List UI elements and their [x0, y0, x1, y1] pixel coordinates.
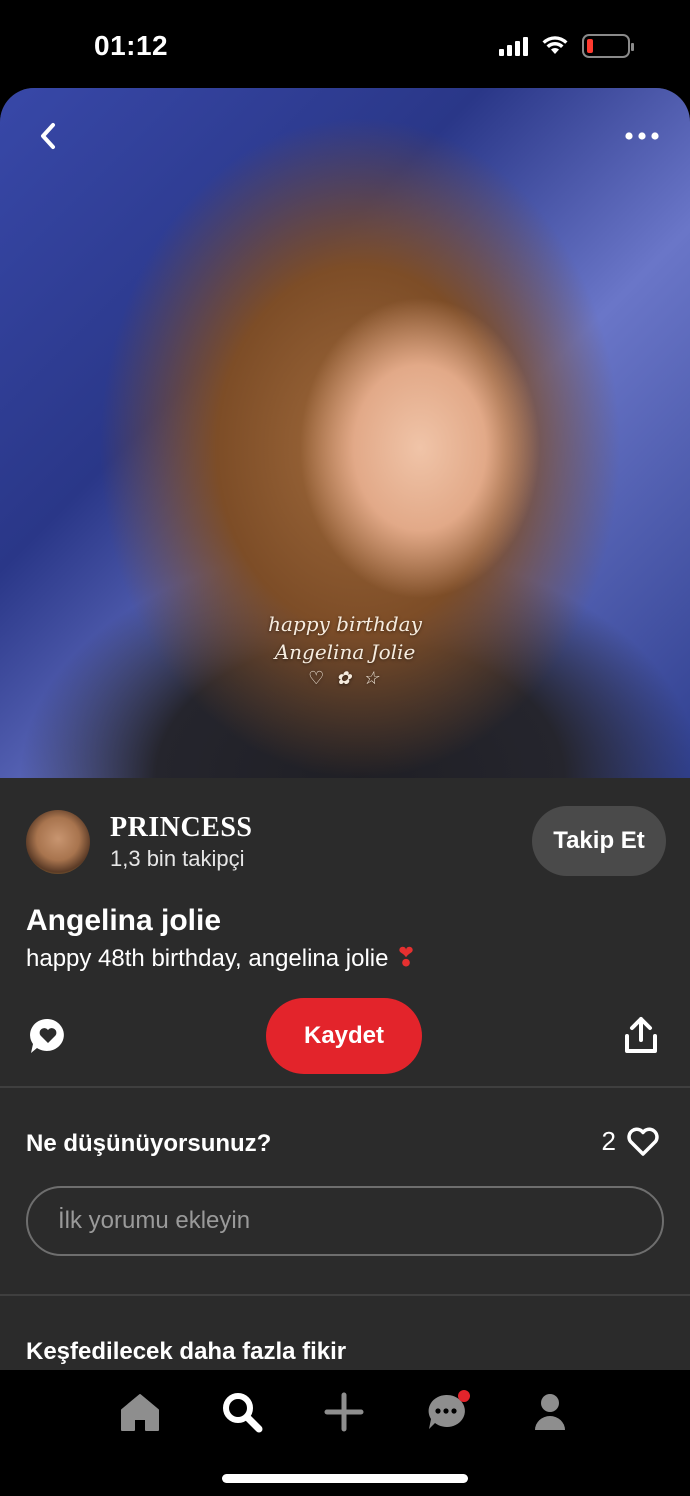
- divider: [0, 1294, 690, 1296]
- home-icon: [121, 1394, 159, 1431]
- pin-image[interactable]: happy birthday Angelina Jolie ♡ ✿ ☆: [0, 88, 690, 778]
- chevron-left-icon: [41, 123, 55, 149]
- comment-heart-icon: [30, 1018, 64, 1053]
- profile-icon: [535, 1394, 565, 1430]
- image-caption-decor: ♡ ✿ ☆: [308, 668, 382, 689]
- save-button[interactable]: Kaydet: [266, 998, 422, 1074]
- image-caption-line1: happy birthday: [268, 612, 422, 636]
- share-icon: [625, 1017, 657, 1053]
- image-caption-line2: Angelina Jolie: [274, 640, 416, 664]
- follower-count: 1,3 bin takipçi: [110, 846, 245, 871]
- pin-title: Angelina jolie: [26, 904, 222, 937]
- author-row: PRINCESS 1,3 bin takipçi Takip Et: [26, 806, 666, 876]
- more-horizontal-icon: [625, 132, 659, 140]
- heart-exclamation-emoji: ❣: [395, 942, 417, 972]
- nav-messages[interactable]: [420, 1386, 472, 1438]
- follow-button[interactable]: Takip Et: [532, 806, 666, 876]
- reactions[interactable]: 2: [602, 1126, 660, 1157]
- nav-profile[interactable]: [524, 1386, 576, 1438]
- status-time: 01:12: [94, 30, 169, 61]
- reaction-count: 2: [601, 1126, 616, 1156]
- comments-heading: Ne düşünüyorsunuz?: [26, 1130, 272, 1157]
- pin-description-text: happy 48th birthday, angelina jolie: [26, 945, 389, 972]
- more-ideas-heading: Keşfedilecek daha fazla fikir: [26, 1338, 347, 1365]
- pin-card: happy birthday Angelina Jolie ♡ ✿ ☆: [0, 88, 690, 1378]
- cellular-signal-icon: [499, 36, 528, 56]
- comment-button[interactable]: [28, 1016, 68, 1056]
- add-icon: [324, 1392, 364, 1432]
- comment-input[interactable]: [26, 1186, 664, 1256]
- share-button[interactable]: [624, 1016, 660, 1056]
- more-options-button[interactable]: [622, 118, 662, 154]
- search-icon: [223, 1393, 263, 1433]
- status-bar: 01:12: [0, 0, 690, 90]
- home-indicator: [222, 1474, 468, 1483]
- avatar[interactable]: [26, 810, 90, 874]
- actions-row: Kaydet: [0, 998, 690, 1076]
- nav-search[interactable]: [216, 1386, 268, 1438]
- author-name[interactable]: PRINCESS: [110, 812, 252, 844]
- back-button[interactable]: [28, 116, 68, 156]
- heart-outline-icon: [627, 1127, 659, 1156]
- divider: [0, 1086, 690, 1088]
- status-icons: [499, 34, 634, 58]
- nav-home[interactable]: [114, 1386, 166, 1438]
- nav-create[interactable]: [318, 1386, 370, 1438]
- bottom-nav: [0, 1370, 690, 1496]
- notification-dot: [458, 1390, 470, 1402]
- battery-low-icon: [582, 34, 634, 58]
- battery-level: [587, 39, 593, 53]
- pin-description: happy 48th birthday, angelina jolie ❣: [26, 942, 417, 973]
- wifi-icon: [542, 36, 568, 54]
